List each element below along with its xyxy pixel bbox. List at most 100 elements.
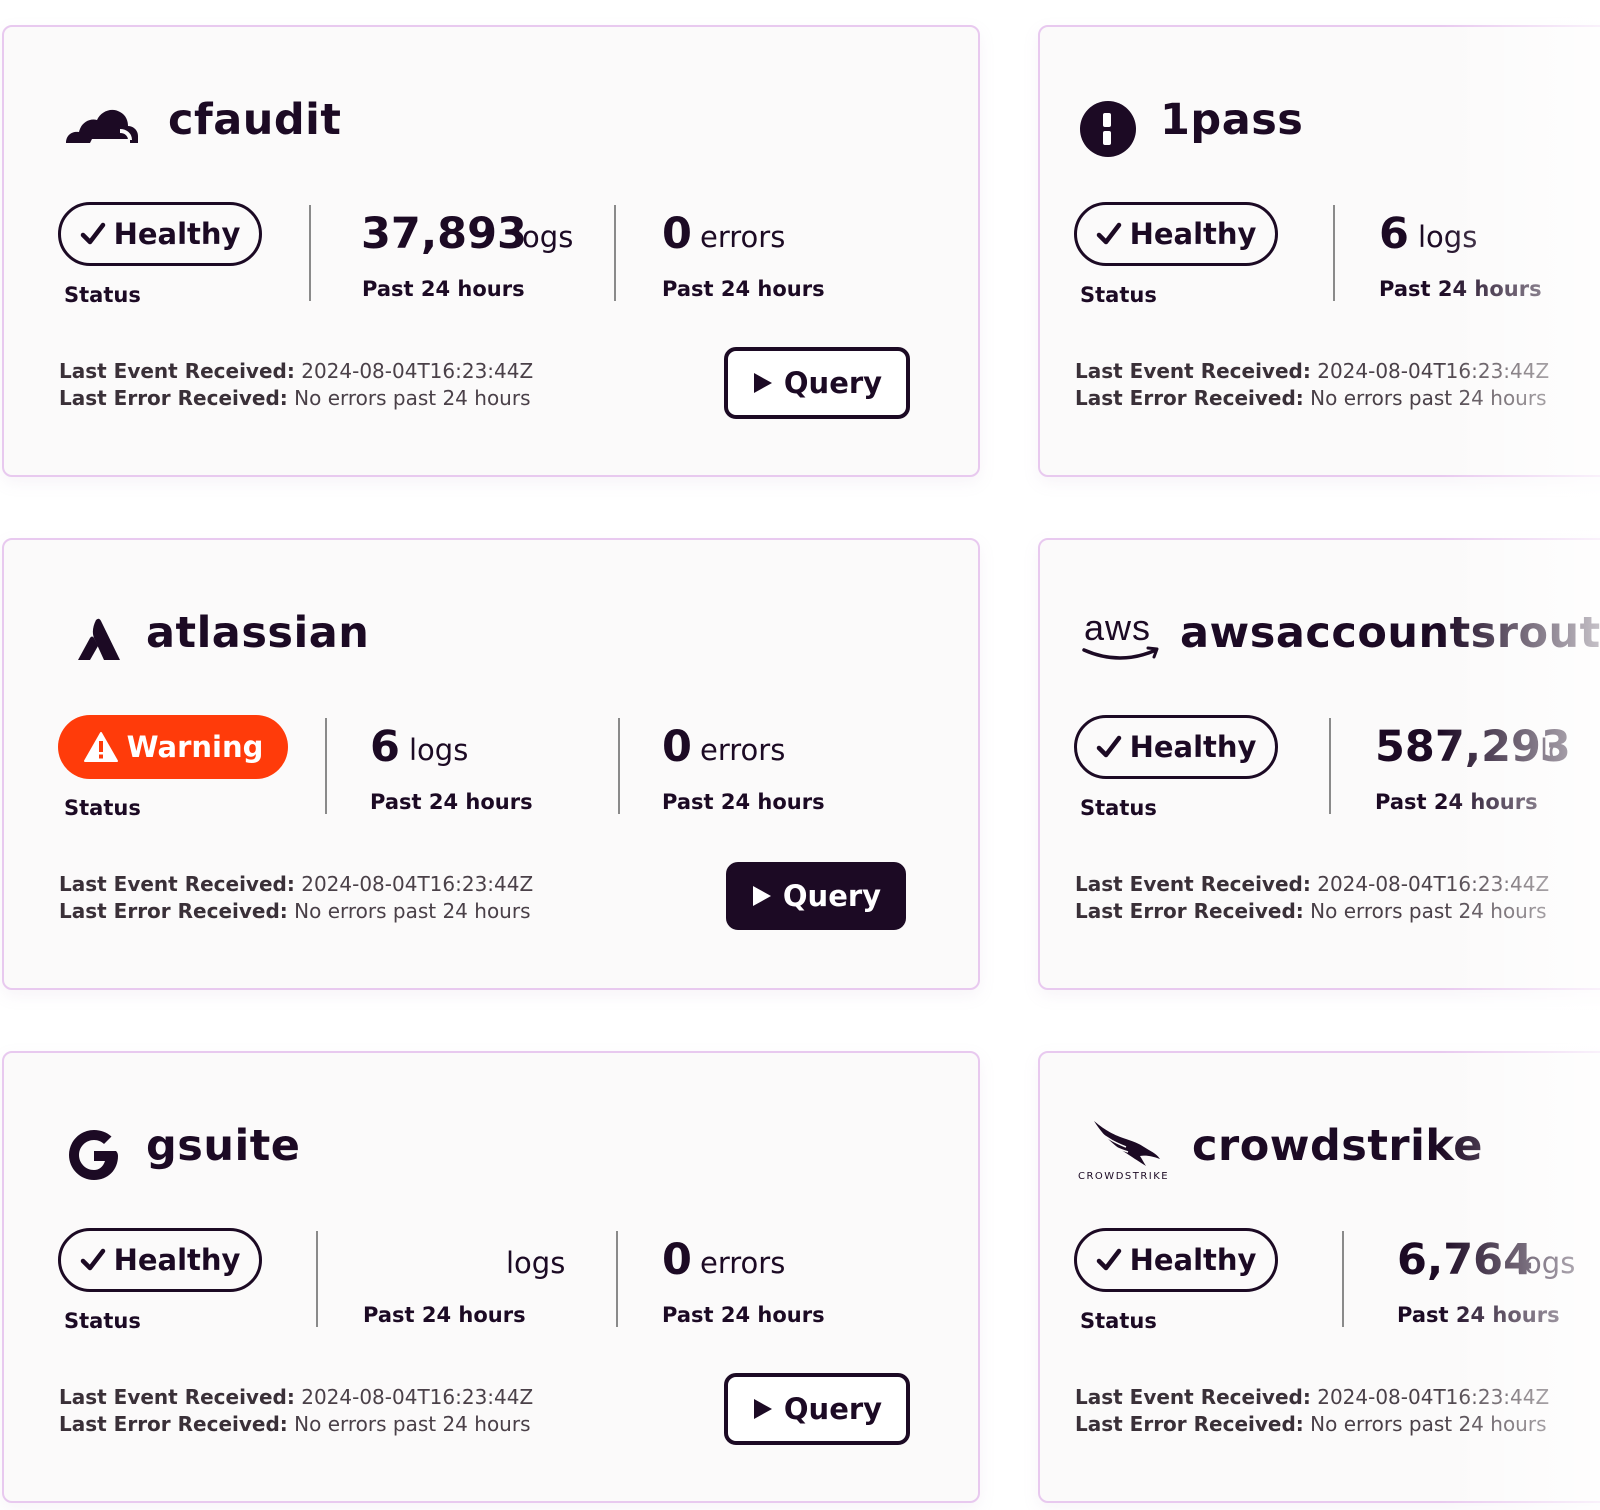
integration-name: awsaccountsrouti bbox=[1180, 608, 1600, 658]
last-error-line: Last Error Received: No errors past 24 h… bbox=[1075, 386, 1547, 410]
status-badge-label: Warning bbox=[126, 730, 264, 764]
status-badge: Healthy bbox=[1074, 1228, 1278, 1292]
warning-icon bbox=[83, 731, 119, 763]
query-button[interactable]: Query bbox=[724, 1373, 910, 1445]
errors-period: Past 24 hours bbox=[662, 277, 825, 301]
integration-card-crowdstrike: CROWDSTRIKE crowdstrike Healthy Status 6… bbox=[1038, 1051, 1600, 1503]
status-label: Status bbox=[64, 283, 141, 307]
crowdstrike-icon: CROWDSTRIKE bbox=[1078, 1119, 1178, 1185]
last-event-value: 2024-08-04T16:23:44Z bbox=[301, 359, 534, 383]
play-icon bbox=[752, 1397, 774, 1421]
integration-card-1pass: 1pass Healthy Status 6 logs Past 24 hour… bbox=[1038, 25, 1600, 477]
logs-unit: logs bbox=[1418, 220, 1478, 254]
last-event-value: 2024-08-04T16:23:44Z bbox=[301, 872, 534, 896]
check-icon bbox=[1096, 221, 1122, 247]
query-label: Query bbox=[782, 879, 882, 913]
last-event-label: Last Event Received: bbox=[1075, 1385, 1311, 1409]
logs-period: Past 24 hours bbox=[1397, 1303, 1560, 1327]
last-error-value: No errors past 24 hours bbox=[294, 1412, 531, 1436]
errors-unit: errors bbox=[700, 220, 786, 254]
divider bbox=[1329, 718, 1331, 814]
play-icon bbox=[751, 884, 773, 908]
query-button[interactable]: Query bbox=[724, 347, 910, 419]
logs-period: Past 24 hours bbox=[1379, 277, 1542, 301]
last-event-label: Last Event Received: bbox=[59, 1385, 295, 1409]
logs-unit: logs bbox=[506, 1246, 566, 1280]
errors-period: Past 24 hours bbox=[662, 790, 825, 814]
errors-unit: errors bbox=[700, 1246, 786, 1280]
status-badge: Healthy bbox=[58, 202, 262, 266]
status-label: Status bbox=[1080, 1309, 1157, 1333]
last-event-line: Last Event Received: 2024-08-04T16:23:44… bbox=[59, 359, 533, 383]
divider bbox=[614, 205, 616, 301]
integration-name: crowdstrike bbox=[1192, 1121, 1483, 1171]
status-badge: Warning bbox=[58, 715, 288, 779]
status-label: Status bbox=[64, 796, 141, 820]
logs-period: Past 24 hours bbox=[362, 277, 525, 301]
status-badge: Healthy bbox=[1074, 202, 1278, 266]
last-error-value: No errors past 24 hours bbox=[1310, 1412, 1547, 1436]
logs-period: Past 24 hours bbox=[370, 790, 533, 814]
last-error-label: Last Error Received: bbox=[1075, 386, 1304, 410]
onepassword-icon bbox=[1078, 93, 1168, 159]
last-error-line: Last Error Received: No errors past 24 h… bbox=[1075, 1412, 1547, 1436]
errors-period: Past 24 hours bbox=[662, 1303, 825, 1327]
errors-count: 0 bbox=[662, 1235, 692, 1285]
logs-count: 37,893 bbox=[361, 209, 527, 259]
status-badge: Healthy bbox=[58, 1228, 262, 1292]
last-event-label: Last Event Received: bbox=[59, 872, 295, 896]
logs-unit: logs bbox=[409, 733, 469, 767]
last-event-line: Last Event Received: 2024-08-04T16:23:44… bbox=[59, 872, 533, 896]
last-error-line: Last Error Received: No errors past 24 h… bbox=[59, 899, 531, 923]
last-event-value: 2024-08-04T16:23:44Z bbox=[1317, 872, 1550, 896]
status-label: Status bbox=[64, 1309, 141, 1333]
last-error-label: Last Error Received: bbox=[59, 386, 288, 410]
last-error-line: Last Error Received: No errors past 24 h… bbox=[59, 1412, 531, 1436]
last-error-label: Last Error Received: bbox=[59, 899, 288, 923]
query-label: Query bbox=[783, 366, 883, 400]
status-badge-label: Healthy bbox=[113, 217, 241, 251]
errors-count: 0 bbox=[662, 209, 692, 259]
query-label: Query bbox=[783, 1392, 883, 1426]
last-event-label: Last Event Received: bbox=[1075, 872, 1311, 896]
divider bbox=[618, 718, 620, 814]
integration-name: atlassian bbox=[146, 608, 370, 658]
status-label: Status bbox=[1080, 283, 1157, 307]
last-error-line: Last Error Received: No errors past 24 h… bbox=[59, 386, 531, 410]
last-error-label: Last Error Received: bbox=[1075, 1412, 1304, 1436]
status-badge-label: Healthy bbox=[1129, 1243, 1257, 1277]
integration-name: gsuite bbox=[146, 1121, 301, 1171]
errors-unit: errors bbox=[700, 733, 786, 767]
query-button[interactable]: Query bbox=[726, 862, 906, 930]
logs-period: Past 24 hours bbox=[1375, 790, 1538, 814]
last-event-line: Last Event Received: 2024-08-04T16:23:44… bbox=[1075, 1385, 1549, 1409]
logs-count: 6 bbox=[370, 722, 400, 772]
integration-name: 1pass bbox=[1160, 95, 1304, 145]
logs-count: 6 bbox=[1379, 209, 1409, 259]
aws-icon: aws bbox=[1082, 606, 1162, 672]
divider bbox=[1342, 1231, 1344, 1327]
last-event-label: Last Event Received: bbox=[1075, 359, 1311, 383]
divider bbox=[1333, 205, 1335, 301]
integration-name: cfaudit bbox=[168, 95, 342, 145]
status-badge-label: Healthy bbox=[1129, 730, 1257, 764]
logs-count: 6,764 bbox=[1397, 1235, 1534, 1285]
last-error-value: No errors past 24 hours bbox=[294, 386, 531, 410]
check-icon bbox=[1096, 734, 1122, 760]
check-icon bbox=[1096, 1247, 1122, 1273]
logs-unit: lo bbox=[1540, 733, 1566, 767]
last-error-label: Last Error Received: bbox=[59, 1412, 288, 1436]
integration-card-atlassian: atlassian Warning Status 6 logs Past 24 … bbox=[2, 538, 980, 990]
last-event-line: Last Event Received: 2024-08-04T16:23:44… bbox=[1075, 872, 1549, 896]
integration-card-cfaudit: cfaudit Healthy Status 37,893 logs Past … bbox=[2, 25, 980, 477]
divider bbox=[325, 718, 327, 814]
status-label: Status bbox=[1080, 796, 1157, 820]
aws-logo-text: aws bbox=[1084, 607, 1152, 648]
integration-card-awsaccountsrouting: aws awsaccountsrouti Healthy Status 587,… bbox=[1038, 538, 1600, 990]
last-error-label: Last Error Received: bbox=[1075, 899, 1304, 923]
last-error-value: No errors past 24 hours bbox=[294, 899, 531, 923]
last-event-value: 2024-08-04T16:23:44Z bbox=[301, 1385, 534, 1409]
logs-unit: logs bbox=[514, 220, 574, 254]
check-icon bbox=[80, 221, 106, 247]
divider bbox=[616, 1231, 618, 1327]
